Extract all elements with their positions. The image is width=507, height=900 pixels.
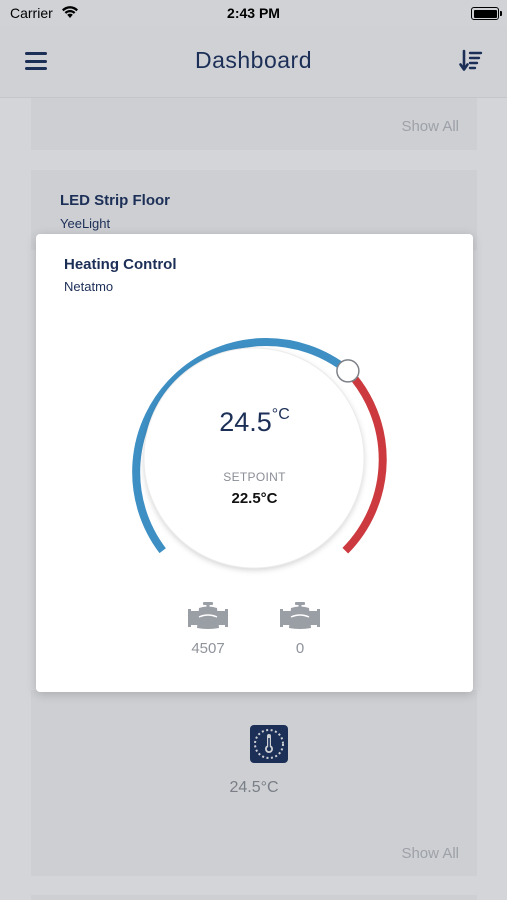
device-card-sensor[interactable]: 24.5°C Show All — [31, 690, 477, 876]
sort-icon[interactable] — [459, 49, 483, 73]
valve-icon — [280, 602, 320, 629]
show-all-link[interactable]: Show All — [401, 845, 459, 862]
valve-indicator: 4507 — [178, 600, 238, 657]
battery-icon — [471, 7, 502, 20]
sensor-temperature: 24.5°C — [229, 779, 279, 796]
app-bar: Dashboard — [0, 26, 507, 98]
clock: 2:43 PM — [227, 5, 280, 21]
setpoint-label: SETPOINT — [223, 470, 286, 484]
setpoint-handle — [336, 359, 360, 383]
device-title: LED Strip Floor — [60, 192, 170, 209]
heating-control-dialog: Heating Control Netatmo 24.5°C SETPOINT … — [36, 234, 473, 692]
device-card — [31, 895, 477, 900]
thermometer-icon — [250, 725, 288, 763]
device-brand: YeeLight — [60, 216, 111, 231]
show-all-link[interactable]: Show All — [401, 118, 459, 135]
current-temperature: 24.5°C — [219, 406, 290, 437]
valve-value: 0 — [295, 640, 305, 657]
status-bar: Carrier 2:43 PM — [0, 0, 507, 26]
valve-icon — [188, 602, 228, 629]
valve-indicator: 0 — [270, 600, 330, 657]
page-title: Dashboard — [194, 47, 313, 73]
valve-value: 4507 — [191, 640, 225, 657]
device-card: Show All — [31, 98, 477, 150]
setpoint-value: 22.5°C — [231, 490, 278, 507]
